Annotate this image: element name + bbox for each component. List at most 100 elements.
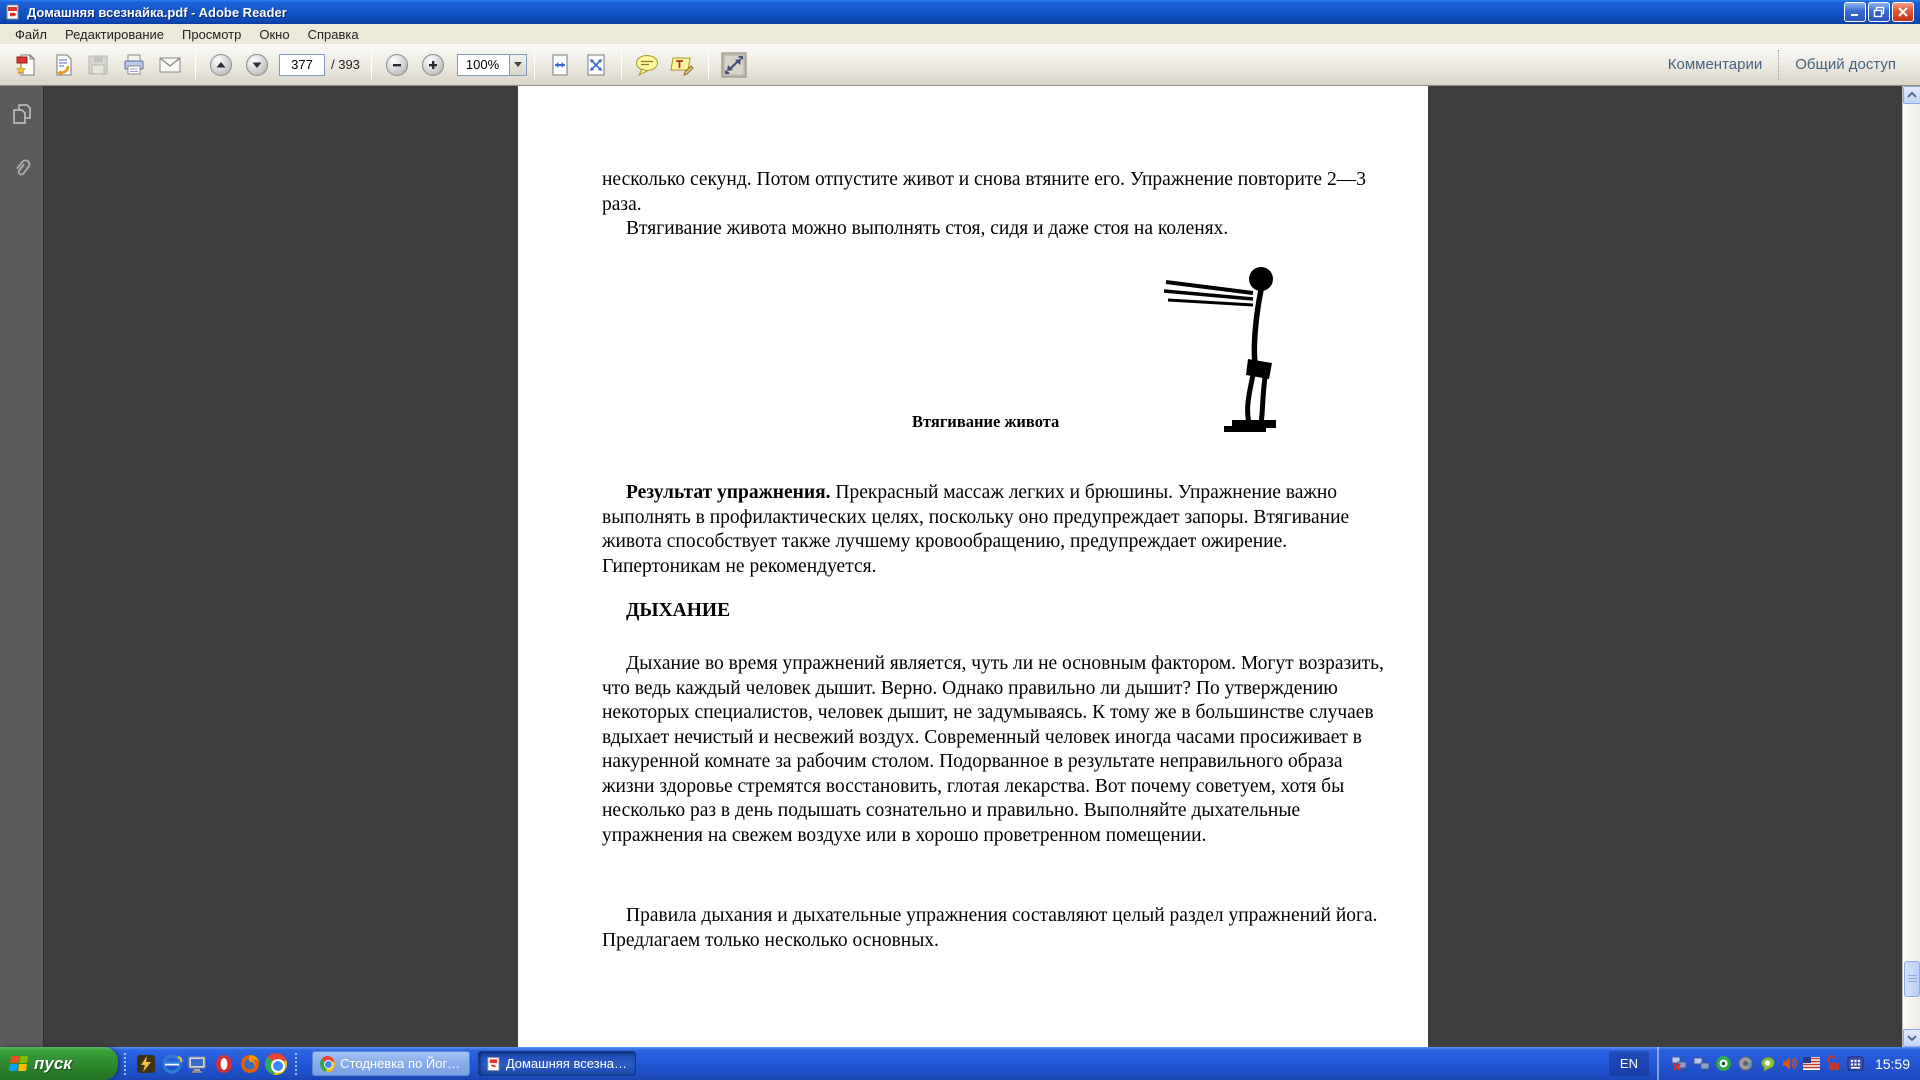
pdf-app-icon [4, 3, 22, 21]
sign-icon [670, 53, 696, 77]
pages-icon [10, 102, 34, 126]
paragraph-rules: Правила дыхания и дыхательные упражнения… [602, 904, 1390, 953]
zoom-out-icon [390, 58, 404, 72]
share-panel-button[interactable]: Общий доступ [1779, 56, 1912, 73]
zoom-in-icon [426, 58, 440, 72]
ie-icon [161, 1053, 183, 1075]
figure-person-drawing [1158, 260, 1310, 436]
antivirus-icon[interactable] [1715, 1055, 1732, 1072]
start-button-label: пуск [34, 1054, 72, 1074]
previous-page-button[interactable] [203, 49, 239, 81]
lightning-icon [136, 1054, 156, 1074]
next-page-button[interactable] [239, 49, 275, 81]
adobe-reader-icon [486, 1056, 501, 1072]
fit-width-button[interactable] [542, 49, 578, 81]
paragraph-exercise-repeat: несколько секунд. Потом отпустите живот … [602, 168, 1384, 242]
chrome-icon [265, 1053, 287, 1075]
pages-panel-button[interactable] [0, 96, 44, 132]
task-button-stodnevka[interactable]: Стодневка по Йоге ... [312, 1051, 470, 1076]
paragraph-text: Дыхание во время упражнений является, чу… [602, 652, 1390, 848]
zoom-in-button[interactable] [415, 49, 451, 81]
vertical-scrollbar[interactable] [1902, 86, 1920, 1047]
quicklaunch-firefox[interactable] [237, 1051, 263, 1077]
page-number-input[interactable] [279, 54, 325, 76]
us-flag-icon[interactable] [1803, 1055, 1820, 1072]
scroll-up-button[interactable] [1903, 86, 1920, 104]
toolbar-separator [534, 51, 535, 79]
restore-icon [1873, 6, 1885, 18]
scroll-down-button[interactable] [1903, 1029, 1920, 1047]
taskband-handle[interactable] [294, 1052, 299, 1076]
messenger-icon[interactable] [1759, 1055, 1776, 1072]
print-button[interactable] [116, 49, 152, 81]
taskbar-clock: 15:59 [1875, 1056, 1910, 1072]
quicklaunch-chrome[interactable] [263, 1051, 289, 1077]
network-icon[interactable] [1693, 1055, 1710, 1072]
comments-panel-button[interactable]: Комментарии [1652, 56, 1778, 73]
quicklaunch-lightning[interactable] [133, 1051, 159, 1077]
adobe-reader-window: Домашняя всезнайка.pdf - Adobe Reader Фа… [0, 0, 1920, 1080]
prev-page-icon [214, 58, 228, 72]
window-title: Домашняя всезнайка.pdf - Adobe Reader [27, 5, 287, 20]
close-button[interactable] [1892, 2, 1914, 22]
chevron-down-icon [1907, 1034, 1917, 1042]
window-controls [1844, 2, 1916, 22]
open-button[interactable] [44, 49, 80, 81]
quicklaunch-handle[interactable] [123, 1052, 128, 1076]
volume-icon[interactable] [1781, 1055, 1798, 1072]
quicklaunch-show-desktop[interactable] [185, 1051, 211, 1077]
fullscreen-button[interactable] [716, 49, 752, 81]
restore-button[interactable] [1868, 2, 1890, 22]
fit-width-icon [548, 53, 572, 77]
create-pdf-button[interactable] [8, 49, 44, 81]
minimize-button[interactable] [1844, 2, 1866, 22]
language-indicator[interactable]: EN [1609, 1051, 1649, 1076]
print-icon [122, 53, 146, 77]
menu-item-help[interactable]: Справка [299, 26, 368, 43]
show-desktop-icon [187, 1053, 209, 1075]
minimize-icon [1849, 6, 1861, 18]
quicklaunch-internet-explorer[interactable] [159, 1051, 185, 1077]
zoom-dropdown-button[interactable] [509, 54, 527, 76]
create-pdf-icon [14, 53, 38, 77]
zoom-out-button[interactable] [379, 49, 415, 81]
sign-button[interactable] [665, 49, 701, 81]
save-button[interactable] [80, 49, 116, 81]
paragraph-text: Правила дыхания и дыхательные упражнения… [602, 904, 1390, 953]
menu-bar: Файл Редактирование Просмотр Окно Справк… [0, 24, 1920, 44]
toolbar-separator [708, 51, 709, 79]
scrollbar-thumb[interactable] [1904, 961, 1920, 997]
chrome-icon [320, 1056, 335, 1072]
pdf-page: несколько секунд. Потом отпустите живот … [518, 86, 1428, 1047]
section-heading: ДЫХАНИЕ [626, 600, 730, 622]
keypad-icon[interactable] [1847, 1055, 1864, 1072]
audio-knob-icon[interactable] [1737, 1055, 1754, 1072]
menu-item-window[interactable]: Окно [250, 26, 298, 43]
firefox-icon [239, 1053, 261, 1075]
toolbar-separator [621, 51, 622, 79]
start-button[interactable]: пуск [0, 1047, 118, 1080]
opera-icon [213, 1053, 235, 1075]
paragraph-text: несколько секунд. Потом отпустите живот … [602, 168, 1384, 217]
toolbar-right: Комментарии Общий доступ [1652, 44, 1912, 85]
menu-item-file[interactable]: Файл [6, 26, 56, 43]
menu-item-edit[interactable]: Редактирование [56, 26, 173, 43]
network-error-icon[interactable] [1671, 1055, 1688, 1072]
open-icon [50, 53, 74, 77]
attachments-panel-button[interactable] [0, 150, 44, 186]
email-icon [158, 53, 182, 77]
quicklaunch-opera[interactable] [211, 1051, 237, 1077]
comment-button[interactable] [629, 49, 665, 81]
fullscreen-icon [721, 52, 747, 78]
fit-page-button[interactable] [578, 49, 614, 81]
unlock-icon[interactable] [1825, 1055, 1842, 1072]
task-button-domashnyaya[interactable]: Домашняя всезнайк... [478, 1051, 636, 1076]
zoom-level-select[interactable]: 100% [457, 54, 527, 76]
chevron-up-icon [1907, 91, 1917, 99]
toolbar-separator [195, 51, 196, 79]
email-button[interactable] [152, 49, 188, 81]
taskbar: пуск Стодневка по Йоге ... Домашняя всез [0, 1047, 1920, 1080]
menu-item-view[interactable]: Просмотр [173, 26, 250, 43]
titlebar: Домашняя всезнайка.pdf - Adobe Reader [0, 0, 1920, 24]
zoom-level-value: 100% [457, 54, 509, 76]
